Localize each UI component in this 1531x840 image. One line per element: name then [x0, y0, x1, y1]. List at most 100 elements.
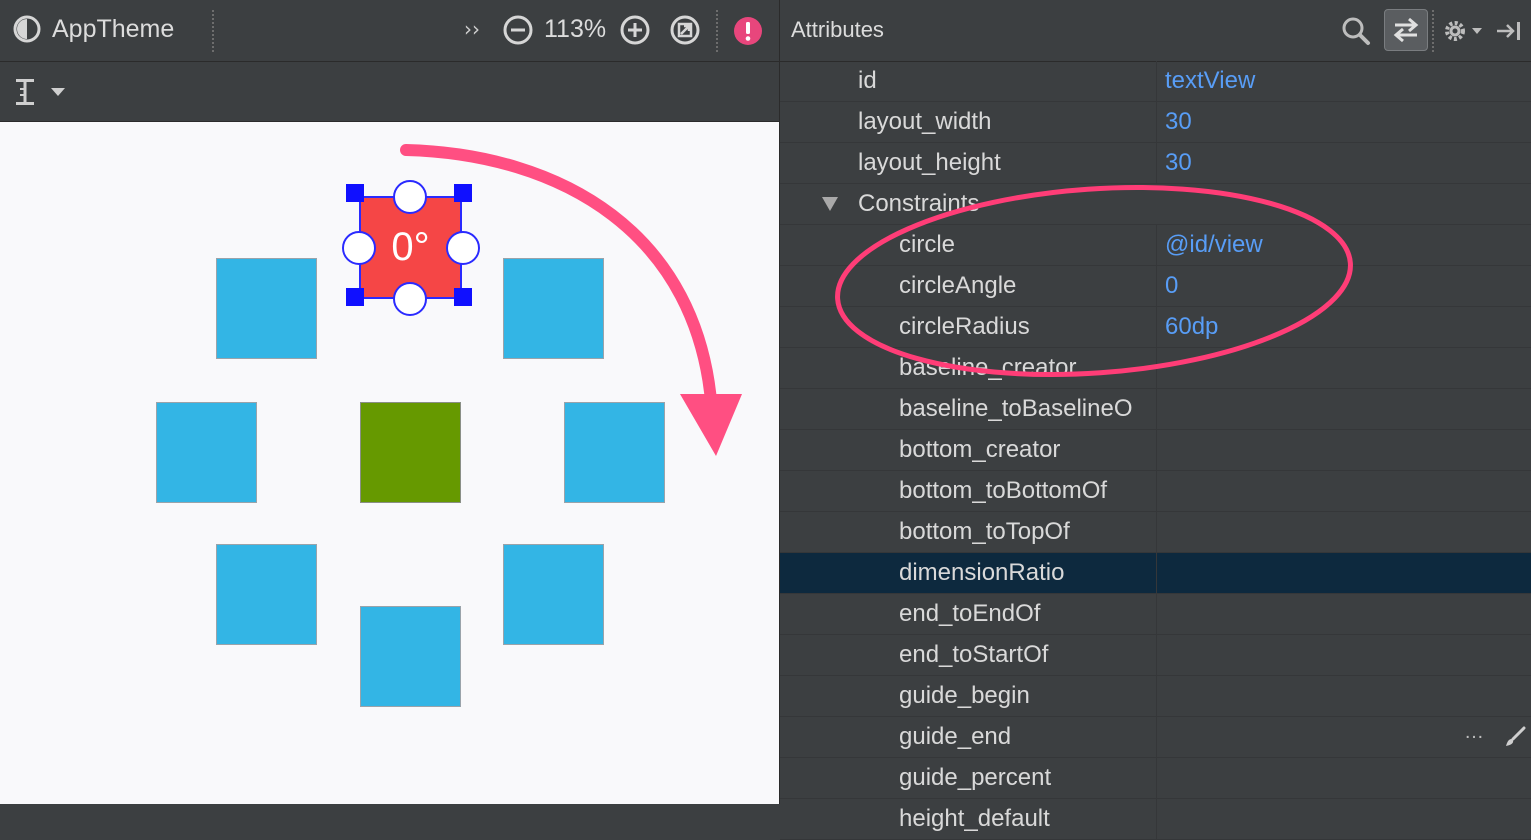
column-divider	[1156, 471, 1157, 511]
column-divider	[1156, 799, 1157, 839]
collapse-right-icon	[1497, 22, 1520, 40]
chevron-down-icon	[51, 88, 65, 96]
attribute-row[interactable]: bottom_toBottomOf	[780, 471, 1531, 512]
constraint-anchor-bottom[interactable]	[393, 282, 427, 316]
swap-arrows-icon	[1393, 17, 1419, 43]
constraint-anchor-right[interactable]	[446, 231, 480, 265]
attributes-panel: Attributes id textView layout_width 30 l…	[779, 0, 1531, 840]
orientation-dropdown[interactable]	[14, 76, 66, 108]
plus-circle-icon	[620, 15, 650, 45]
zoom-out-button[interactable]	[502, 14, 534, 46]
more-options-icon[interactable]: …	[1464, 721, 1484, 744]
attribute-value[interactable]: 30	[1165, 149, 1192, 177]
column-divider	[1156, 389, 1157, 429]
attribute-value[interactable]: 30	[1165, 108, 1192, 136]
resize-handle-top-left[interactable]	[346, 184, 364, 202]
attribute-name: bottom_toTopOf	[899, 518, 1070, 545]
attribute-name: circle	[899, 231, 956, 258]
attribute-row[interactable]: Constraints	[780, 184, 1531, 225]
satellite-view-top-right[interactable]	[503, 258, 604, 359]
resize-handle-bottom-left[interactable]	[346, 288, 364, 306]
attribute-row[interactable]: baseline_creator	[780, 348, 1531, 389]
attribute-name: baseline_creator	[899, 354, 1077, 381]
design-canvas[interactable]: 0°	[0, 122, 779, 804]
search-icon	[1342, 17, 1370, 45]
column-divider	[1156, 348, 1157, 388]
attribute-row[interactable]: guide_percent	[780, 758, 1531, 799]
attribute-row[interactable]: circle @id/view	[780, 225, 1531, 266]
column-divider	[1156, 594, 1157, 634]
zoom-level: 113%	[544, 15, 607, 43]
attribute-name: layout_width	[858, 108, 992, 135]
expand-triangle-icon[interactable]	[822, 197, 838, 211]
center-view[interactable]	[360, 402, 461, 503]
theme-selector[interactable]: AppTheme	[12, 14, 174, 44]
attribute-value[interactable]: textView	[1165, 67, 1255, 95]
column-divider	[1156, 512, 1157, 552]
minus-circle-icon	[503, 15, 533, 45]
attribute-row[interactable]: bottom_creator	[780, 430, 1531, 471]
attributes-header: Attributes	[780, 0, 1531, 62]
attribute-row[interactable]: height_default	[780, 799, 1531, 840]
toggle-view-button[interactable]	[1384, 9, 1428, 51]
attribute-name: guide_begin	[899, 682, 1030, 709]
attribute-name: end_toStartOf	[899, 641, 1049, 668]
attribute-name: height_default	[899, 805, 1050, 832]
attribute-row[interactable]: end_toEndOf	[780, 594, 1531, 635]
layout-toolbar	[0, 62, 779, 122]
design-toolbar: AppTheme ›› 113%	[0, 0, 779, 62]
constraint-anchor-top[interactable]	[393, 180, 427, 214]
satellite-view-bottom-left[interactable]	[216, 544, 317, 645]
paint-brush-icon[interactable]	[1504, 726, 1526, 748]
resize-handle-top-right[interactable]	[454, 184, 472, 202]
attribute-row[interactable]: circleRadius 60dp	[780, 307, 1531, 348]
zoom-level-label: 113%	[544, 15, 606, 44]
satellite-view-top-left[interactable]	[216, 258, 317, 359]
attribute-name: dimensionRatio	[899, 559, 1065, 586]
theme-label: AppTheme	[52, 14, 175, 43]
chevron-down-icon	[1471, 28, 1482, 34]
attribute-row[interactable]: circleAngle 0	[780, 266, 1531, 307]
resize-handle-bottom-right[interactable]	[454, 288, 472, 306]
hide-panel-button[interactable]	[1492, 13, 1526, 49]
attribute-row[interactable]: id textView	[780, 61, 1531, 102]
satellite-view-left[interactable]	[156, 402, 257, 503]
attribute-name: circleAngle	[899, 272, 1017, 299]
header-separator	[1432, 10, 1434, 52]
attribute-name: circleRadius	[899, 313, 1030, 340]
attribute-name: guide_end	[899, 723, 1012, 750]
attribute-row[interactable]: layout_height 30	[780, 143, 1531, 184]
column-divider	[1156, 307, 1157, 347]
attribute-value[interactable]: 60dp	[1165, 313, 1218, 341]
zoom-fit-button[interactable]	[669, 14, 701, 46]
attribute-row[interactable]: bottom_toTopOf	[780, 512, 1531, 553]
attribute-name: bottom_creator	[899, 436, 1061, 463]
satellite-view-bottom-right[interactable]	[503, 544, 604, 645]
angle-label: 0°	[391, 225, 430, 269]
error-indicator-button[interactable]	[733, 16, 763, 46]
gear-icon	[1444, 21, 1465, 41]
attribute-row[interactable]: guide_begin	[780, 676, 1531, 717]
attribute-row[interactable]: guide_end …	[780, 717, 1531, 758]
attributes-table: id textView layout_width 30 layout_height 30 C…	[780, 61, 1531, 840]
attribute-row[interactable]: end_toStartOf	[780, 635, 1531, 676]
attribute-name: guide_percent	[899, 764, 1052, 791]
toolbar-overflow-button[interactable]: ››	[464, 17, 480, 41]
attribute-row[interactable]: baseline_toBaselineO	[780, 389, 1531, 430]
constraint-anchor-left[interactable]	[342, 231, 376, 265]
attribute-value[interactable]: 0	[1165, 272, 1178, 300]
column-divider	[1156, 717, 1157, 757]
search-button[interactable]	[1338, 13, 1374, 49]
column-divider	[1156, 102, 1157, 142]
satellite-view-bottom[interactable]	[360, 606, 461, 707]
theme-icon	[13, 15, 41, 43]
attribute-name: baseline_toBaselineO	[899, 395, 1133, 422]
attribute-value[interactable]: @id/view	[1165, 231, 1263, 259]
attributes-title: Attributes	[791, 17, 884, 42]
settings-dropdown[interactable]	[1440, 13, 1484, 49]
attribute-row[interactable]: layout_width 30	[780, 102, 1531, 143]
satellite-view-right[interactable]	[564, 402, 665, 503]
attribute-row[interactable]: dimensionRatio	[780, 553, 1531, 594]
zoom-in-button[interactable]	[619, 14, 651, 46]
error-icon	[734, 17, 762, 45]
